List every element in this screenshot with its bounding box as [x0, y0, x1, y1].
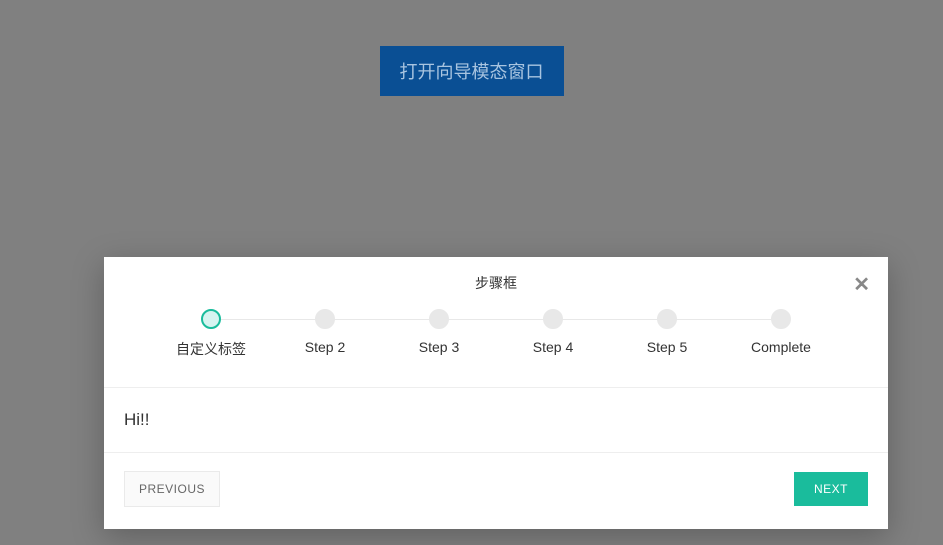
step-label: 自定义标签 [176, 339, 246, 359]
step-3[interactable]: Step 3 [382, 309, 496, 355]
modal-body: Hi!! [104, 387, 888, 453]
step-label: Step 3 [419, 339, 459, 355]
modal-header: 步骤框 ✕ 自定义标签 Step 2 Step 3 Step 4 [104, 257, 888, 387]
step-5[interactable]: Step 5 [610, 309, 724, 355]
step-connector [439, 319, 553, 320]
stepper: 自定义标签 Step 2 Step 3 Step 4 Step 5 [124, 309, 868, 377]
step-dot-icon [657, 309, 677, 329]
step-complete[interactable]: Complete [724, 309, 838, 355]
step-2[interactable]: Step 2 [268, 309, 382, 355]
open-wizard-button[interactable]: 打开向导模态窗口 [380, 46, 564, 96]
step-connector [325, 319, 439, 320]
step-dot-icon [315, 309, 335, 329]
step-label: Complete [751, 339, 811, 355]
step-dot-icon [429, 309, 449, 329]
step-dot-icon [201, 309, 221, 329]
body-text: Hi!! [124, 410, 868, 430]
step-connector [667, 319, 781, 320]
step-connector [553, 319, 667, 320]
step-label: Step 2 [305, 339, 345, 355]
modal-title: 步骤框 [124, 273, 868, 293]
step-dot-icon [771, 309, 791, 329]
step-4[interactable]: Step 4 [496, 309, 610, 355]
step-connector [211, 319, 325, 320]
modal-footer: PREVIOUS NEXT [104, 453, 888, 529]
close-icon[interactable]: ✕ [853, 275, 870, 295]
next-button[interactable]: NEXT [794, 472, 868, 506]
step-dot-icon [543, 309, 563, 329]
step-label: Step 4 [533, 339, 573, 355]
wizard-modal: 步骤框 ✕ 自定义标签 Step 2 Step 3 Step 4 [104, 257, 888, 529]
step-label: Step 5 [647, 339, 687, 355]
step-1[interactable]: 自定义标签 [154, 309, 268, 359]
previous-button[interactable]: PREVIOUS [124, 471, 220, 507]
